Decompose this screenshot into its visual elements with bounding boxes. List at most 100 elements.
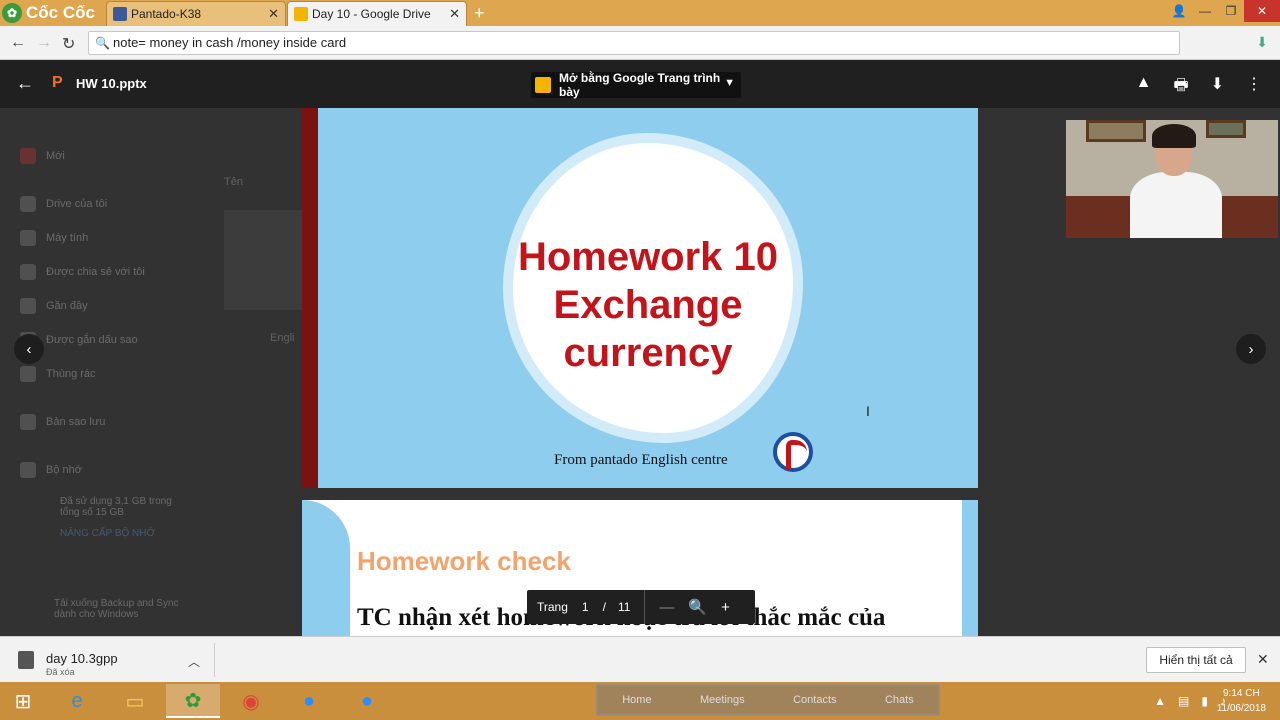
download-status: Đã xóa <box>46 667 75 677</box>
network-icon[interactable]: ▮ <box>1201 694 1208 708</box>
more-options-icon[interactable]: ⋮ <box>1246 74 1262 101</box>
tab-pantado[interactable]: Pantado-K38 ✕ <box>106 1 286 26</box>
drive-sidebar-dimmed: Mới Drive của tôi Máy tính Được chia sẻ … <box>0 108 210 636</box>
show-all-button[interactable]: Hiển thị tất cả <box>1146 647 1246 673</box>
next-file-button[interactable]: › <box>1236 334 1266 364</box>
clock-date: 11/06/2018 <box>1216 703 1266 714</box>
sidebar-item-label: Thùng rác <box>46 368 96 380</box>
download-icon[interactable]: ⬇ <box>1256 34 1268 51</box>
file-explorer-icon[interactable]: ▭ <box>108 684 162 718</box>
trash-icon <box>20 366 36 382</box>
zoom-toolbar: Home Meetings Contacts Chats <box>596 684 940 716</box>
sidebar-item-label: Được gắn dấu sao <box>46 334 138 346</box>
add-to-drive-icon[interactable]: ▲ <box>1136 74 1152 101</box>
chevron-down-icon: ▼ <box>724 77 735 89</box>
page-indicator: Trang 1 / 11 — 🔍 + <box>527 590 755 624</box>
close-icon[interactable]: ✕ <box>449 6 460 22</box>
zoom-icon[interactable]: 🔍 <box>688 598 707 616</box>
clock-time: 9:14 CH <box>1223 688 1260 699</box>
storage-note: Đã sử dụng 3,1 GB trong tổng số 15 GB <box>60 496 172 518</box>
download-filename[interactable]: day 10.3gpp <box>46 651 118 666</box>
forward-button[interactable]: → <box>36 34 52 52</box>
presenter-body <box>1130 172 1222 238</box>
address-text: note= money in cash /money inside card <box>113 35 347 50</box>
browser-toolbar: ← → ↻ 🔍 note= money in cash /money insid… <box>0 26 1280 60</box>
powerpoint-icon: P <box>52 74 63 91</box>
internet-explorer-icon[interactable]: e <box>50 684 104 718</box>
restore-button[interactable]: ❐ <box>1218 0 1244 22</box>
windows-start-icon[interactable]: ⊞ <box>0 682 46 720</box>
drive-icon <box>20 196 36 212</box>
page-total: 11 <box>617 600 631 614</box>
file-label: Engli <box>270 332 295 344</box>
zoom-out-icon[interactable]: — <box>659 599 674 616</box>
windows-taskbar: ⊞ e ▭ ✿ ◉ ● ● Home Meetings Contacts Cha… <box>0 682 1280 720</box>
previous-file-button[interactable]: ‹ <box>14 334 44 364</box>
sidebar-item-label: Bộ nhớ <box>46 464 82 476</box>
user-icon[interactable]: 👤 <box>1166 0 1192 22</box>
slide-credit: From pantado English centre <box>554 452 728 468</box>
zoom-tab-chats[interactable]: Chats <box>885 694 914 706</box>
title-line-2: Exchange <box>553 283 743 327</box>
open-with-button[interactable]: Mở bằng Google Trang trình bày ▼ <box>531 71 741 99</box>
search-icon: 🔍 <box>95 36 110 50</box>
browser-titlebar: ✿ Cốc Cốc Pantado-K38 ✕ Day 10 - Google … <box>0 0 1280 26</box>
sidebar-item-trash: Thùng rác <box>20 366 96 382</box>
coccoc-taskbar-icon[interactable]: ✿ <box>166 684 220 718</box>
zoom-app-icon[interactable]: ● <box>282 684 336 718</box>
slide-decor-right <box>962 500 978 636</box>
preview-header: ← P HW 10.pptx Mở bằng Google Trang trìn… <box>0 60 1280 108</box>
page-current[interactable]: 1 <box>582 600 589 614</box>
minimize-button[interactable]: — <box>1192 0 1218 22</box>
system-clock[interactable]: 9:14 CH 11/06/2018 <box>1217 686 1266 716</box>
print-icon[interactable]: 🖶 <box>1173 74 1188 101</box>
plus-icon <box>20 148 36 164</box>
browser-brand: ✿ Cốc Cốc <box>2 3 95 23</box>
sidebar-item-label: Được chia sẻ với tôi <box>46 266 145 278</box>
zoom-meeting-icon[interactable]: ● <box>340 684 394 718</box>
open-with-label: Mở bằng Google Trang trình bày <box>559 71 721 99</box>
picture-frame <box>1206 120 1246 138</box>
download-bar: day 10.3gpp Đã xóa ︿ Hiển thị tất cả ✕ <box>0 636 1280 682</box>
tab-label: Pantado-K38 <box>131 7 202 21</box>
zoom-in-icon[interactable]: + <box>721 599 730 616</box>
new-tab-button[interactable]: + <box>474 3 485 24</box>
zoom-tab-contacts[interactable]: Contacts <box>793 694 836 706</box>
tab-google-drive[interactable]: Day 10 - Google Drive ✕ <box>287 1 467 26</box>
close-icon[interactable]: ✕ <box>1257 651 1269 668</box>
system-tray: ▲ ▤ ▮ ♪ <box>1154 694 1226 708</box>
sidebar-item-shared: Được chia sẻ với tôi <box>20 264 145 280</box>
sidebar-item-label: Gần đây <box>46 300 88 312</box>
backup-note: Tải xuống Backup and Sync dành cho Windo… <box>54 598 179 620</box>
chrome-icon[interactable]: ◉ <box>224 684 278 718</box>
chevron-up-icon[interactable]: ︿ <box>188 653 200 670</box>
sidebar-item-label: Drive của tôi <box>46 198 108 210</box>
address-bar[interactable]: 🔍 note= money in cash /money inside card <box>88 31 1180 55</box>
presenter-hair <box>1152 124 1196 148</box>
slide-1: Homework 10 Exchange currency From panta… <box>318 108 978 488</box>
pantado-logo-icon <box>773 432 813 472</box>
tab-label: Day 10 - Google Drive <box>312 7 431 21</box>
back-button[interactable]: ← <box>10 34 26 52</box>
close-icon[interactable]: ✕ <box>268 6 279 22</box>
picture-frame <box>1086 120 1146 142</box>
slide-2-title: Homework check <box>357 546 571 576</box>
keyboard-icon[interactable]: ▤ <box>1178 694 1189 708</box>
new-label: Mới <box>46 150 65 162</box>
text-cursor-icon: I <box>866 403 870 419</box>
sidebar-item-computers: Máy tính <box>20 230 88 246</box>
zoom-tab-home[interactable]: Home <box>622 694 651 706</box>
window-close-button[interactable]: ✕ <box>1244 0 1280 22</box>
reload-button[interactable]: ↻ <box>62 34 75 54</box>
close-preview-arrow-icon[interactable]: ← <box>16 73 34 94</box>
download-icon[interactable]: ⬇ <box>1211 74 1224 101</box>
sidebar-item-backups: Bản sao lưu <box>20 414 105 430</box>
title-line-3: currency <box>563 331 733 375</box>
divider <box>214 643 215 677</box>
file-icon <box>18 651 34 669</box>
show-hidden-icons-icon[interactable]: ▲ <box>1154 694 1166 708</box>
file-thumbnail <box>224 210 304 310</box>
google-drive-icon <box>294 7 308 21</box>
sidebar-item-storage: Bộ nhớ <box>20 462 82 478</box>
zoom-tab-meetings[interactable]: Meetings <box>700 694 745 706</box>
